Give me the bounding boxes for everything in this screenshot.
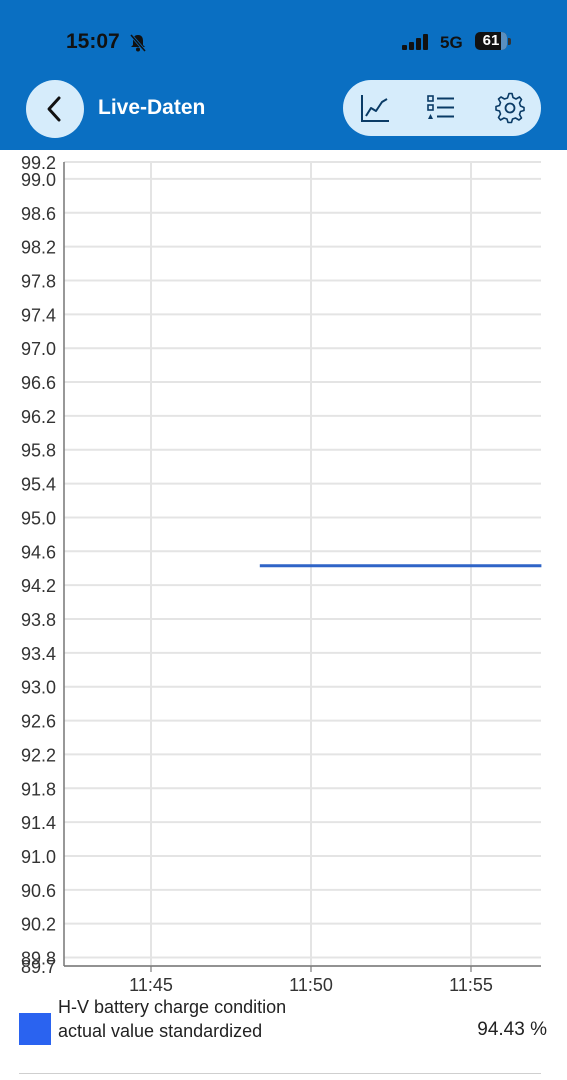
x-tick-label: 11:50 [289, 975, 333, 995]
legend-color-swatch [19, 1013, 51, 1045]
y-tick-label: 95.8 [21, 441, 56, 461]
status-time: 15:07 [66, 30, 120, 53]
y-tick-label: 91.8 [21, 779, 56, 799]
back-button[interactable] [26, 80, 84, 138]
app-header: 15:07 5G 61 Live-Daten [0, 0, 567, 150]
y-tick-label: 98.6 [21, 204, 56, 224]
legend-label: H-V battery charge condition actual valu… [58, 997, 287, 1041]
chart-legend: H-V battery charge condition actual valu… [0, 995, 567, 1075]
network-type: 5G [440, 33, 463, 52]
y-tick-label: 99.0 [21, 170, 56, 190]
y-tick-label: 92.2 [21, 745, 56, 765]
bell-muted-icon [129, 34, 147, 52]
y-tick-label: 96.6 [21, 373, 56, 393]
chart-canvas: 99.299.098.698.297.897.497.096.696.295.8… [21, 153, 542, 995]
y-tick-label: 91.0 [21, 847, 56, 867]
y-tick-label: 95.4 [21, 475, 56, 495]
y-tick-label: 92.6 [21, 712, 56, 732]
chart-icon[interactable] [359, 92, 391, 124]
y-tick-label: 93.8 [21, 610, 56, 630]
x-tick-label: 11:55 [449, 975, 493, 995]
y-tick-label: 96.2 [21, 407, 56, 427]
live-data-chart: 99.2 99.0 98.6 98.2 97.8 97.4 97.0 96.6 96.2 95.8… [0, 150, 567, 995]
battery-level: 61 [482, 32, 500, 49]
y-tick-label: 95.0 [21, 508, 56, 528]
chevron-left-icon [47, 96, 61, 122]
y-tick-label: 97.0 [21, 339, 56, 359]
y-tick-label: 94.2 [21, 576, 56, 596]
page-title: Live-Daten [98, 96, 206, 119]
list-icon[interactable] [425, 92, 457, 124]
y-tick-label: 90.2 [21, 915, 56, 935]
y-tick-label: 90.6 [21, 881, 56, 901]
y-tick-label: 93.4 [21, 644, 56, 664]
y-tick-label: 97.8 [21, 271, 56, 291]
y-tick-label: 97.4 [21, 305, 56, 325]
legend-value: 94.43 % [477, 1019, 547, 1040]
divider [19, 1073, 541, 1074]
y-tick-label: 93.0 [21, 678, 56, 698]
battery-icon: 61 [475, 32, 513, 52]
signal-icon [402, 34, 428, 50]
y-tick-label: 89.7 [21, 957, 56, 977]
y-tick-label: 91.4 [21, 813, 56, 833]
x-tick-label: 11:45 [129, 975, 173, 995]
y-tick-label: 94.6 [21, 542, 56, 562]
header-actions [343, 80, 541, 136]
gear-icon[interactable] [494, 92, 526, 124]
y-tick-label: 98.2 [21, 238, 56, 258]
